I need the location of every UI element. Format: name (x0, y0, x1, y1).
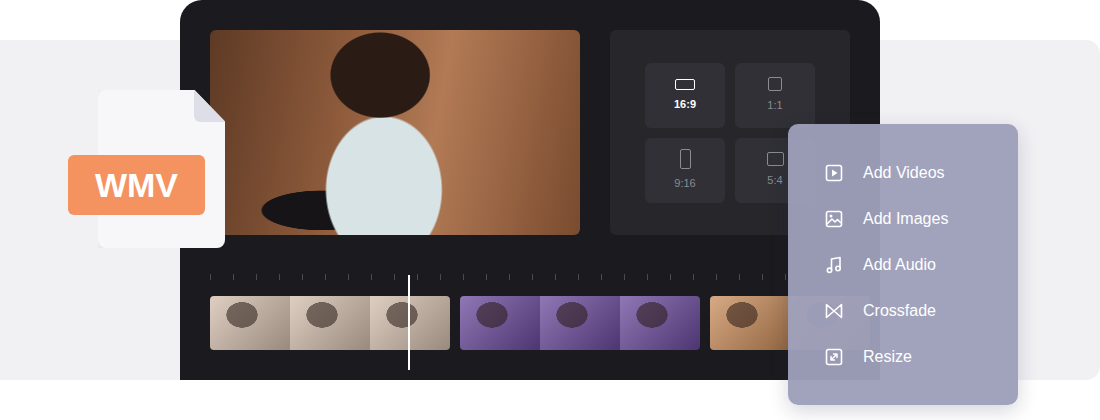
aspect-shape-icon (767, 152, 784, 166)
timeline[interactable] (210, 272, 850, 350)
menu-item-label: Add Videos (863, 161, 945, 185)
clip-thumbnail (460, 296, 540, 350)
editor-window: 16:9 1:1 9:16 5:4 (180, 0, 880, 380)
clip-thumbnail (710, 296, 790, 350)
clip-thumbnail (290, 296, 370, 350)
clip-track (210, 296, 850, 350)
playhead[interactable] (408, 275, 410, 370)
menu-item[interactable]: Add Videos (824, 150, 1006, 196)
aspect-ratio-option[interactable]: 9:16 (645, 138, 725, 203)
menu-item-label: Add Images (863, 207, 948, 231)
timeline-ruler (210, 272, 790, 282)
crossfade-icon (824, 301, 844, 321)
menu-item[interactable]: Crossfade (824, 288, 1006, 334)
clip-thumbnail (540, 296, 620, 350)
menu-item-label: Crossfade (863, 299, 936, 323)
video-preview[interactable] (210, 30, 580, 235)
image-icon (824, 209, 844, 229)
menu-item[interactable]: Resize (824, 334, 1006, 380)
tool-menu: Add Videos Add Images Add Audio Crossfade Re… (788, 124, 1018, 405)
aspect-ratio-option[interactable]: 1:1 (735, 63, 815, 128)
aspect-shape-icon (680, 149, 691, 169)
aspect-ratio-label: 9:16 (674, 177, 695, 190)
aspect-ratio-label: 16:9 (674, 98, 696, 111)
aspect-ratio-label: 1:1 (767, 99, 782, 112)
aspect-ratio-option[interactable]: 16:9 (645, 63, 725, 128)
resize-icon (824, 347, 844, 367)
file-format-badge: WMV (68, 155, 205, 215)
aspect-ratio-label: 5:4 (767, 174, 782, 187)
menu-item[interactable]: Add Audio (824, 242, 1006, 288)
aspect-shape-icon (768, 77, 782, 91)
menu-item-label: Add Audio (863, 253, 936, 277)
play-video-icon (824, 163, 844, 183)
timeline-clip[interactable] (210, 296, 450, 350)
editor-illustration: 16:91:19:165:4 WMV Add VideosAdd ImagesA… (0, 0, 1100, 420)
clip-thumbnail (210, 296, 290, 350)
aspect-shape-icon (675, 79, 695, 90)
menu-item[interactable]: Add Images (824, 196, 1006, 242)
timeline-clip[interactable] (460, 296, 700, 350)
clip-thumbnail (620, 296, 700, 350)
menu-item-label: Resize (863, 345, 912, 369)
music-note-icon (824, 255, 844, 275)
